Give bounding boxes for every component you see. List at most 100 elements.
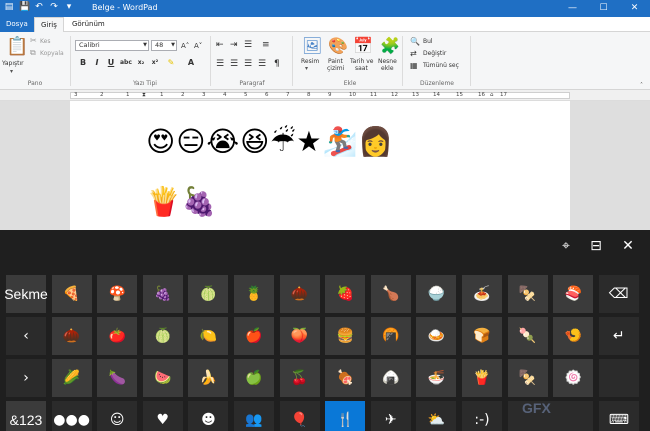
- banana-key[interactable]: 🍌: [188, 359, 229, 397]
- line-spacing-icon[interactable]: ≡: [262, 39, 270, 51]
- document-page[interactable]: 😍😑😭😆☔★🏂👩 🍟🍇: [70, 101, 570, 230]
- copy-icon[interactable]: ⧉: [30, 49, 36, 57]
- fish-cake-key[interactable]: 🍥: [553, 359, 594, 397]
- green-apple-key[interactable]: 🍏: [234, 359, 274, 397]
- tab-key[interactable]: Sekme: [4, 275, 48, 313]
- highlight-icon[interactable]: ✎: [166, 58, 176, 68]
- keyboard-key[interactable]: ⌨: [598, 401, 639, 431]
- paint-drawing-icon[interactable]: 🎨: [328, 37, 348, 55]
- paste-button[interactable]: Yapıştır: [2, 60, 24, 67]
- replace-button[interactable]: Değiştir: [423, 50, 446, 57]
- sushi-key[interactable]: 🍣: [553, 275, 594, 313]
- corn-key[interactable]: 🌽: [51, 359, 92, 397]
- picture-dropdown-icon[interactable]: ▾: [305, 65, 308, 72]
- fries-key[interactable]: 🍟: [462, 359, 502, 397]
- redo-icon[interactable]: ↷: [49, 2, 59, 13]
- cherries-key[interactable]: 🍒: [279, 359, 320, 397]
- date-time-icon[interactable]: 📅: [353, 37, 373, 55]
- undo-icon[interactable]: ↶: [34, 2, 44, 13]
- move-keyboard-icon[interactable]: ⌖: [556, 236, 576, 256]
- align-center-icon[interactable]: ☰: [230, 58, 238, 70]
- find-icon[interactable]: 🔍: [410, 36, 420, 48]
- bread-key[interactable]: 🍞: [462, 317, 502, 355]
- replace-icon[interactable]: ⇄: [410, 48, 417, 60]
- previous-page-key[interactable]: ‹: [6, 317, 46, 355]
- date-time-button-line1[interactable]: Tarih ve: [350, 58, 373, 65]
- rice-cracker-key[interactable]: 🍘: [370, 317, 411, 355]
- subscript-icon[interactable]: x₂: [136, 58, 146, 68]
- strikethrough-icon[interactable]: abc: [120, 58, 132, 68]
- peach-key[interactable]: 🍑: [279, 317, 320, 355]
- red-apple-key[interactable]: 🍎: [234, 317, 274, 355]
- date-time-button-line2[interactable]: saat: [355, 65, 368, 72]
- font-color-icon[interactable]: A: [186, 58, 196, 68]
- paragraph-settings-icon[interactable]: ¶: [274, 58, 280, 70]
- empty-key[interactable]: [598, 359, 639, 397]
- justify-icon[interactable]: ☰: [258, 58, 266, 70]
- minimize-icon[interactable]: —: [557, 0, 588, 17]
- superscript-icon[interactable]: x²: [150, 58, 160, 68]
- meat-on-bone-key[interactable]: 🍖: [325, 359, 366, 397]
- mushroom-key[interactable]: 🍄: [97, 275, 138, 313]
- close-keyboard-icon[interactable]: ✕: [618, 236, 638, 256]
- cut-button[interactable]: Kes: [40, 38, 50, 45]
- rice-ball-key[interactable]: 🍙: [370, 359, 411, 397]
- copy-button[interactable]: Kopyala: [40, 50, 64, 57]
- heart-category-key[interactable]: ♥: [142, 401, 183, 431]
- backspace-key[interactable]: ⌫: [598, 275, 639, 313]
- rice-key[interactable]: 🍚: [416, 275, 457, 313]
- maximize-icon[interactable]: ☐: [588, 0, 619, 17]
- curry-key[interactable]: 🍛: [416, 317, 457, 355]
- paint-drawing-button-line2[interactable]: çizimi: [327, 65, 344, 72]
- lemon-key[interactable]: 🍋: [188, 317, 229, 355]
- insert-object-button-line1[interactable]: Nesne: [378, 58, 397, 65]
- select-all-icon[interactable]: ▦: [410, 60, 418, 72]
- symbols-key[interactable]: &123: [6, 401, 46, 431]
- group-category-key[interactable]: 👥: [234, 401, 274, 431]
- close-icon[interactable]: ✕: [619, 0, 650, 17]
- tomato-key[interactable]: 🍅: [97, 317, 138, 355]
- fried-shrimp-key[interactable]: 🍤: [553, 317, 594, 355]
- celebration-category-key[interactable]: 🎈: [279, 401, 320, 431]
- oden-key[interactable]: 🍢: [507, 275, 548, 313]
- noodles-key[interactable]: 🍜: [416, 359, 457, 397]
- tab-home[interactable]: Giriş: [34, 17, 64, 33]
- paste-icon[interactable]: 📋: [6, 37, 28, 57]
- recent-emoji-key[interactable]: ●●●: [51, 401, 92, 431]
- picture-button[interactable]: Resim: [301, 58, 319, 65]
- hamburger-key[interactable]: 🍔: [325, 317, 366, 355]
- people-category-key[interactable]: ☻: [188, 401, 229, 431]
- ruler[interactable]: 3 2 1 ⧗ 1 2 3 4 5 6 7 8 9 10 11 12 13 14…: [0, 90, 650, 101]
- chestnut-key[interactable]: 🌰: [279, 275, 320, 313]
- skewer-key[interactable]: 🍢: [507, 359, 548, 397]
- eggplant-key[interactable]: 🍆: [97, 359, 138, 397]
- melon-key[interactable]: 🍈: [188, 275, 229, 313]
- chestnut-brown-key[interactable]: 🌰: [51, 317, 92, 355]
- grow-font-icon[interactable]: A˄: [181, 40, 189, 52]
- underline-icon[interactable]: U: [106, 58, 116, 68]
- font-family-combo[interactable]: Calibri ▼: [75, 40, 149, 51]
- paint-drawing-button-line1[interactable]: Paint: [328, 58, 343, 65]
- enter-key[interactable]: ↵: [598, 317, 639, 355]
- picture-icon[interactable]: 🖼: [302, 37, 322, 55]
- increase-indent-icon[interactable]: ⇥: [230, 39, 238, 51]
- travel-category-key[interactable]: ✈: [370, 401, 411, 431]
- collapse-ribbon-icon[interactable]: ˄: [640, 82, 643, 89]
- insert-object-icon[interactable]: 🧩: [380, 37, 400, 55]
- tab-view[interactable]: Görünüm: [66, 17, 111, 32]
- smiley-category-key[interactable]: ☺: [97, 401, 138, 431]
- bold-icon[interactable]: B: [78, 58, 88, 68]
- select-all-button[interactable]: Tümünü seç: [423, 62, 459, 69]
- dango-key[interactable]: 🍡: [507, 317, 548, 355]
- align-left-icon[interactable]: ☰: [216, 58, 224, 70]
- tab-file[interactable]: Dosya: [0, 17, 34, 32]
- next-page-key[interactable]: ›: [6, 359, 46, 397]
- italic-icon[interactable]: I: [92, 58, 102, 68]
- save-icon[interactable]: 💾: [19, 2, 30, 13]
- poultry-leg-key[interactable]: 🍗: [370, 275, 411, 313]
- weather-category-key[interactable]: ⛅: [416, 401, 457, 431]
- align-right-icon[interactable]: ☰: [244, 58, 252, 70]
- food-category-key[interactable]: 🍴: [325, 401, 366, 431]
- cut-icon[interactable]: ✂: [30, 37, 37, 45]
- ruler-indent-marker[interactable]: ⧗: [142, 92, 146, 99]
